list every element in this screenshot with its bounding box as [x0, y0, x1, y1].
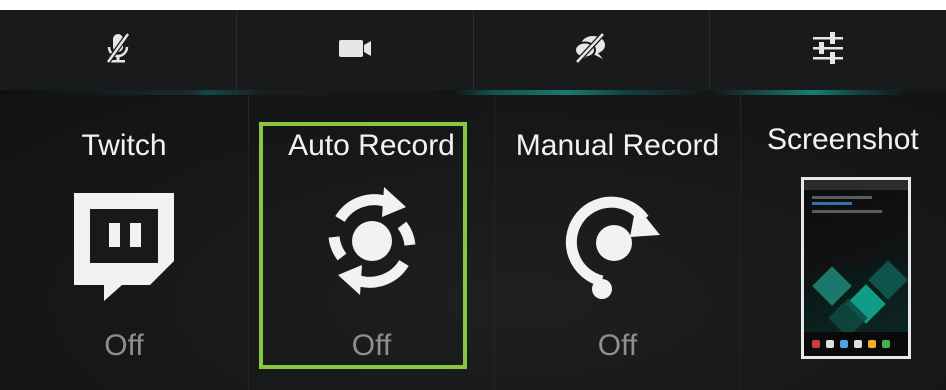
tile-auto-record[interactable]: Auto Record Off: [249, 95, 495, 390]
capture-tiles: Twitch Off Auto Record Off Manual Record…: [0, 95, 946, 390]
toolbar-chat-toggle[interactable]: [474, 10, 711, 90]
chat-muted-icon: [571, 28, 611, 73]
tile-label: Screenshot: [767, 123, 919, 156]
auto-record-icon: [310, 179, 434, 308]
sliders-icon: [808, 28, 848, 73]
cropped-caption-strip: [0, 0, 946, 10]
toolbar-settings[interactable]: [710, 10, 946, 90]
screenshot-thumbnail: [801, 177, 911, 359]
tile-status: Off: [597, 329, 638, 362]
toolbar: [0, 10, 946, 90]
tile-screenshot[interactable]: Screenshot: [741, 95, 946, 390]
tile-label: Manual Record: [515, 129, 720, 162]
mic-muted-icon: [98, 28, 138, 73]
tile-label: Auto Record: [288, 129, 455, 162]
tile-twitch[interactable]: Twitch Off: [0, 95, 249, 390]
toolbar-mic-toggle[interactable]: [0, 10, 237, 90]
video-camera-icon: [335, 28, 375, 73]
manual-record-icon: [556, 181, 680, 310]
toolbar-camera-toggle[interactable]: [237, 10, 474, 90]
tile-status: Off: [104, 329, 144, 362]
tile-manual-record[interactable]: Manual Record Off: [495, 95, 741, 390]
tile-status: Off: [351, 329, 392, 362]
twitch-icon: [66, 187, 182, 308]
tile-label: Twitch: [81, 129, 167, 162]
